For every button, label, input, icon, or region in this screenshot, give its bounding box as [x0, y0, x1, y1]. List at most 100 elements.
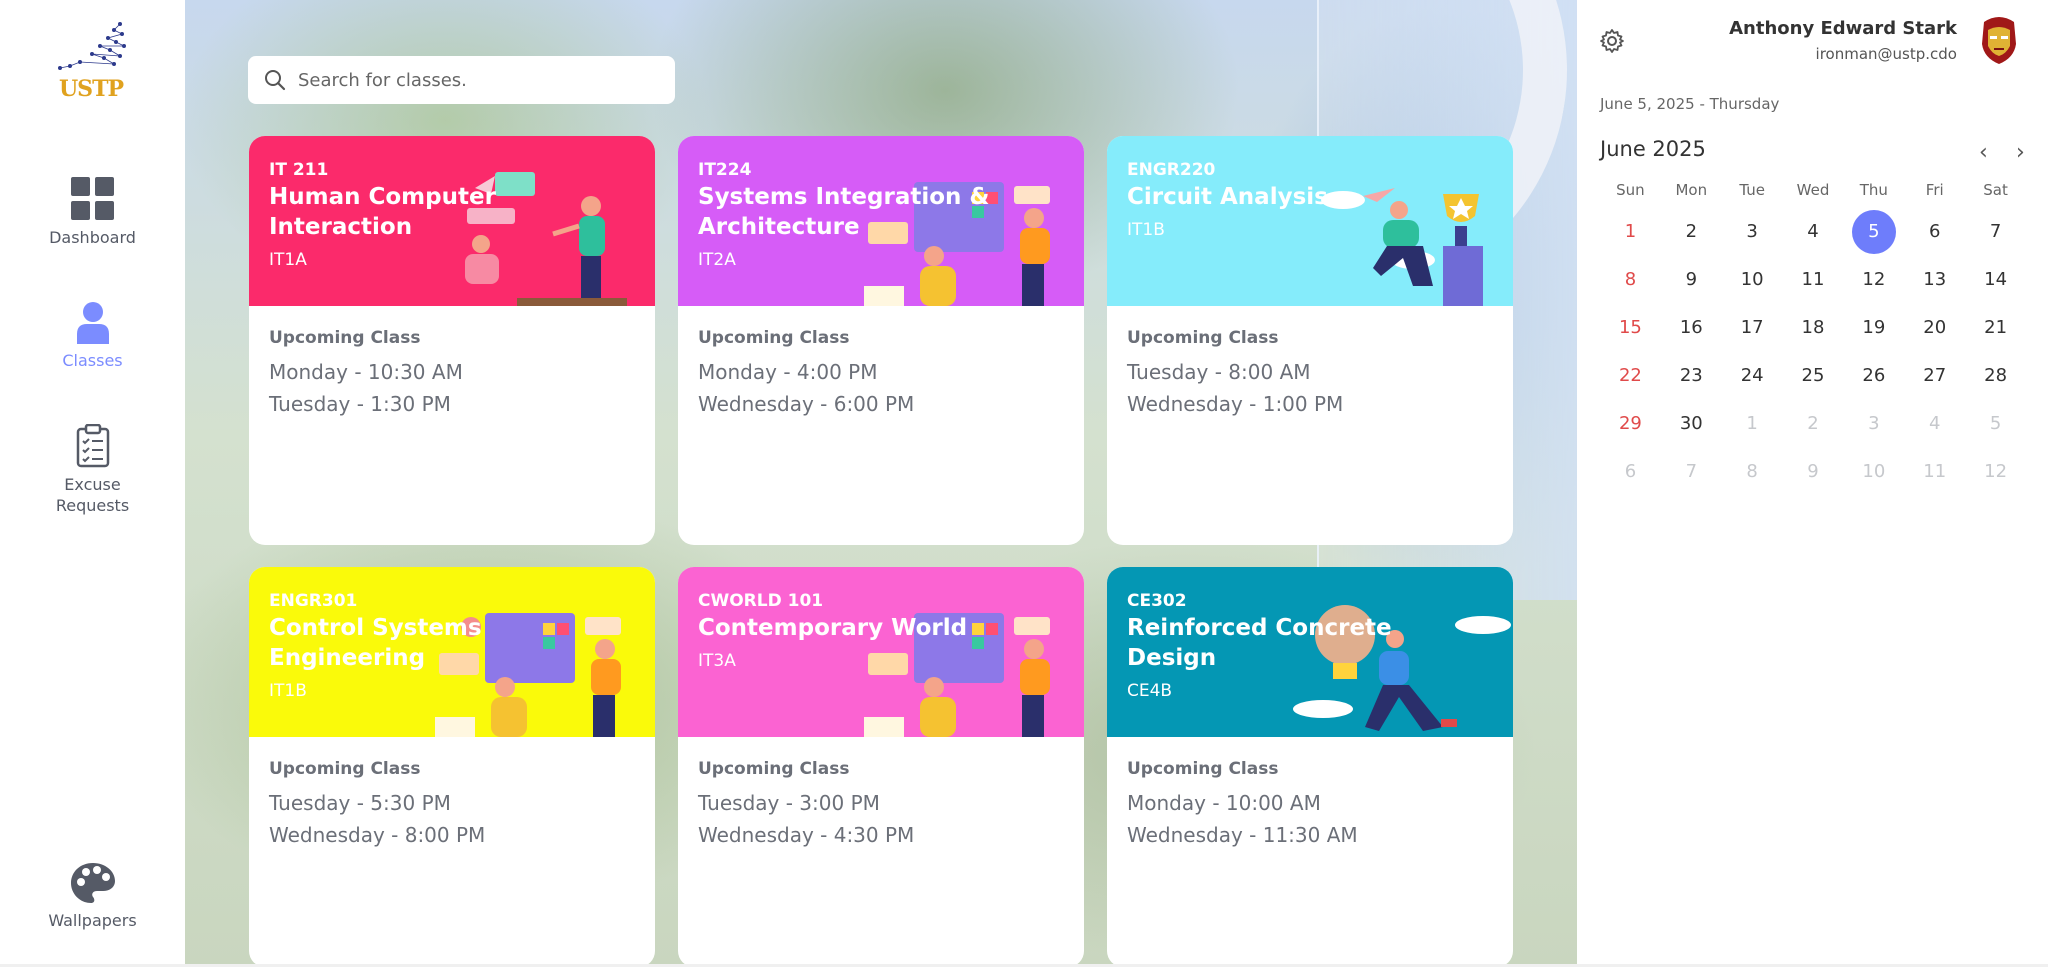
upcoming-class-label: Upcoming Class: [269, 328, 421, 348]
calendar-day[interactable]: 16: [1661, 306, 1722, 350]
calendar-day[interactable]: 12: [1843, 258, 1904, 302]
weekday-label: Thu: [1859, 181, 1888, 199]
calendar-day-next-month[interactable]: 3: [1843, 402, 1904, 446]
class-card-body: Upcoming Class Tuesday - 5:30 PM Wednesd…: [249, 737, 655, 967]
class-card-header: ENGR301 Control Systems Engineering IT1B: [249, 567, 655, 737]
calendar-day[interactable]: 7: [1965, 210, 2026, 254]
calendar-day[interactable]: 11: [1783, 258, 1844, 302]
nav-wallpapers[interactable]: Wallpapers: [0, 862, 185, 931]
user-icon: [76, 302, 109, 344]
calendar-day-next-month[interactable]: 7: [1661, 450, 1722, 494]
class-code: ENGR220: [1127, 160, 1216, 180]
calendar-week-row: 22 23 24 25 26 27 28: [1600, 352, 2026, 400]
calendar-day-next-month[interactable]: 11: [1904, 450, 1965, 494]
calendar-day[interactable]: 22: [1600, 354, 1661, 398]
calendar-day-next-month[interactable]: 8: [1722, 450, 1783, 494]
nav-dashboard[interactable]: Dashboard: [0, 177, 185, 248]
calendar-day[interactable]: 8: [1600, 258, 1661, 302]
user-name: Anthony Edward Stark: [1729, 18, 1957, 39]
upcoming-class-label: Upcoming Class: [698, 328, 850, 348]
calendar-next-button[interactable]: ›: [2016, 140, 2025, 165]
calendar-day-next-month[interactable]: 1: [1722, 402, 1783, 446]
calendar-day[interactable]: 30: [1661, 402, 1722, 446]
gear-icon[interactable]: [1599, 28, 1625, 54]
calendar-month-title: June 2025: [1600, 137, 1706, 161]
main-content: IT 211 Human Computer Interaction IT1A U…: [185, 0, 1577, 967]
calendar-day[interactable]: 3: [1722, 210, 1783, 254]
palette-icon: [70, 863, 115, 903]
calendar-day[interactable]: 29: [1600, 402, 1661, 446]
class-code: IT224: [698, 160, 752, 180]
calendar-day[interactable]: 18: [1783, 306, 1844, 350]
nav-excuse-requests[interactable]: Excuse Requests: [0, 424, 185, 516]
calendar-day[interactable]: 20: [1904, 306, 1965, 350]
calendar-day[interactable]: 1: [1600, 210, 1661, 254]
calendar-day[interactable]: 25: [1783, 354, 1844, 398]
calendar-day[interactable]: 13: [1904, 258, 1965, 302]
calendar-day-next-month[interactable]: 12: [1965, 450, 2026, 494]
calendar-day[interactable]: 21: [1965, 306, 2026, 350]
class-card[interactable]: CE302 Reinforced Concrete Design CE4B Up…: [1107, 567, 1513, 967]
calendar-day-next-month[interactable]: 5: [1965, 402, 2026, 446]
class-title: Circuit Analysis: [1127, 184, 1328, 210]
class-card[interactable]: IT224 Systems Integration & Architecture…: [678, 136, 1084, 545]
calendar-week-row: 8 9 10 11 12 13 14: [1600, 256, 2026, 304]
calendar-week-row: 15 16 17 18 19 20 21: [1600, 304, 2026, 352]
class-card[interactable]: ENGR301 Control Systems Engineering IT1B…: [249, 567, 655, 967]
upcoming-class-label: Upcoming Class: [698, 759, 850, 779]
calendar-day[interactable]: 10: [1722, 258, 1783, 302]
class-card-body: Upcoming Class Tuesday - 3:00 PM Wednesd…: [678, 737, 1084, 967]
class-code: ENGR301: [269, 591, 358, 611]
calendar-day[interactable]: 23: [1661, 354, 1722, 398]
calendar-day-next-month[interactable]: 6: [1600, 450, 1661, 494]
class-card-header: IT 211 Human Computer Interaction IT1A: [249, 136, 655, 306]
search-input[interactable]: [298, 69, 658, 91]
calendar-day[interactable]: 24: [1722, 354, 1783, 398]
calendar-day[interactable]: 6: [1904, 210, 1965, 254]
calendar-day-next-month[interactable]: 2: [1783, 402, 1844, 446]
calendar-day-next-month[interactable]: 10: [1843, 450, 1904, 494]
calendar-day[interactable]: 28: [1965, 354, 2026, 398]
calendar-day-next-month[interactable]: 9: [1783, 450, 1844, 494]
search-icon: [265, 70, 286, 91]
logo-text: USTP: [59, 76, 124, 102]
class-card[interactable]: CWORLD 101 Contemporary World IT3A Upcom…: [678, 567, 1084, 967]
calendar-day[interactable]: 14: [1965, 258, 2026, 302]
class-code: CWORLD 101: [698, 591, 824, 611]
schedule-item: Wednesday - 6:00 PM: [698, 392, 915, 416]
class-card-body: Upcoming Class Monday - 4:00 PM Wednesda…: [678, 306, 1084, 545]
avatar[interactable]: [1974, 14, 2024, 64]
nav-excuse-requests-label: Excuse Requests: [55, 475, 130, 515]
nav-dashboard-label: Dashboard: [49, 228, 136, 247]
nav-classes-label: Classes: [62, 351, 123, 370]
class-section: IT1A: [269, 250, 307, 270]
calendar-day-selected[interactable]: 5: [1843, 210, 1904, 254]
calendar-day[interactable]: 4: [1783, 210, 1844, 254]
schedule-item: Tuesday - 1:30 PM: [269, 392, 451, 416]
schedule-item: Wednesday - 8:00 PM: [269, 823, 486, 847]
class-card-header: CE302 Reinforced Concrete Design CE4B: [1107, 567, 1513, 737]
calendar-day[interactable]: 2: [1661, 210, 1722, 254]
schedule-item: Wednesday - 11:30 AM: [1127, 823, 1358, 847]
calendar-day[interactable]: 15: [1600, 306, 1661, 350]
class-card-header: CWORLD 101 Contemporary World IT3A: [678, 567, 1084, 737]
calendar-day[interactable]: 27: [1904, 354, 1965, 398]
class-card[interactable]: ENGR220 Circuit Analysis IT1B Upcoming C…: [1107, 136, 1513, 545]
schedule-item: Tuesday - 3:00 PM: [698, 791, 880, 815]
class-title: Control Systems Engineering: [269, 615, 482, 671]
calendar-day[interactable]: 19: [1843, 306, 1904, 350]
calendar-day[interactable]: 9: [1661, 258, 1722, 302]
calendar-day[interactable]: 17: [1722, 306, 1783, 350]
class-card-body: Upcoming Class Monday - 10:00 AM Wednesd…: [1107, 737, 1513, 967]
class-section: IT1B: [1127, 220, 1165, 240]
logo-network-icon: [58, 22, 126, 70]
class-card[interactable]: IT 211 Human Computer Interaction IT1A U…: [249, 136, 655, 545]
search-bar[interactable]: [248, 56, 675, 104]
calendar-day-next-month[interactable]: 4: [1904, 402, 1965, 446]
weekday-label: Fri: [1925, 181, 1944, 199]
dashboard-icon: [70, 177, 114, 220]
calendar-day[interactable]: 26: [1843, 354, 1904, 398]
calendar-prev-button[interactable]: ‹: [1979, 140, 1988, 165]
class-card-header: IT224 Systems Integration & Architecture…: [678, 136, 1084, 306]
nav-classes[interactable]: Classes: [0, 300, 185, 371]
